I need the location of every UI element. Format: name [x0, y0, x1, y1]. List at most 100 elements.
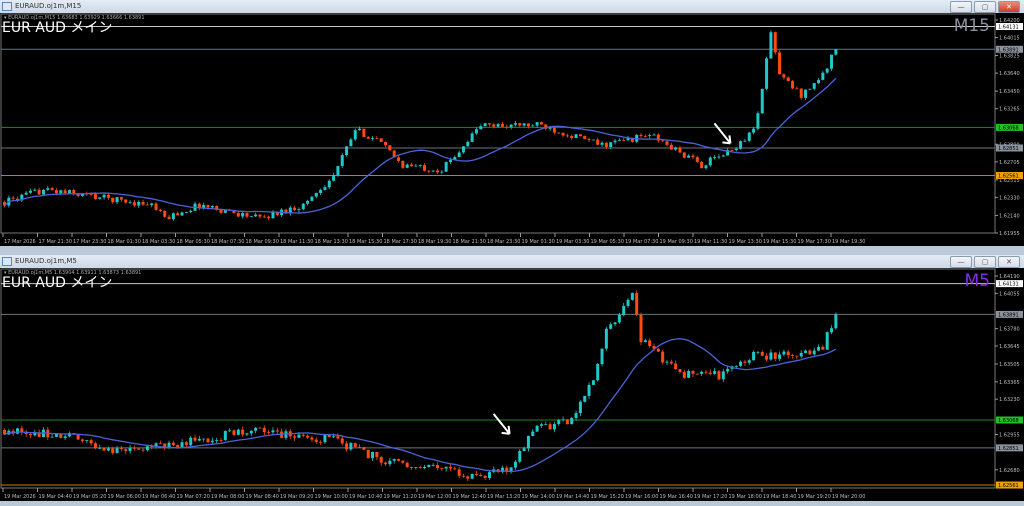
bearish-candle	[262, 216, 266, 218]
bearish-candle	[293, 436, 297, 438]
plot-border	[0, 268, 996, 489]
time-tick-label: 19 Mar 15:20	[591, 494, 624, 500]
m15-title-bar[interactable]: EURAUD.oj1m,M15 — ▢ ✕	[0, 0, 1024, 13]
bullish-candle	[817, 79, 821, 84]
time-tick-label: 19 Mar 01:30	[522, 239, 555, 245]
bearish-candle	[643, 135, 647, 137]
bullish-candle	[106, 448, 110, 451]
maximize-button[interactable]: ▢	[974, 256, 996, 268]
bearish-candle	[778, 52, 782, 75]
bearish-candle	[397, 459, 401, 461]
bearish-candle	[596, 139, 600, 145]
bullish-candle	[371, 138, 375, 139]
bullish-candle	[388, 460, 392, 465]
bullish-candle	[613, 140, 617, 143]
time-tick-label: 19 Mar 08:40	[246, 494, 279, 500]
bearish-candle	[111, 197, 115, 203]
bearish-candle	[111, 448, 115, 454]
bullish-candle	[834, 314, 838, 329]
bearish-candle	[500, 124, 504, 127]
bullish-candle	[600, 142, 604, 145]
bearish-candle	[37, 189, 41, 195]
bullish-candle	[448, 159, 452, 162]
close-button[interactable]: ✕	[998, 1, 1020, 13]
m15-candlestick-chart[interactable]: 1.642001.640151.638251.636401.634501.632…	[0, 13, 1024, 246]
bullish-candle	[479, 126, 483, 130]
bearish-candle	[669, 361, 673, 364]
bearish-candle	[539, 122, 543, 125]
price-tick-label: 1.63450	[999, 89, 1020, 95]
timeframe-label: M5	[964, 271, 990, 291]
bearish-candle	[691, 155, 695, 158]
bearish-candle	[743, 361, 747, 363]
time-tick-label: 19 Mar 13:30	[729, 239, 762, 245]
bullish-candle	[574, 413, 578, 418]
bullish-candle	[28, 190, 32, 193]
minimize-button[interactable]: —	[950, 256, 972, 268]
bullish-candle	[349, 139, 353, 147]
price-tick-label: 1.64190	[999, 274, 1020, 280]
bearish-candle	[578, 134, 582, 137]
bearish-candle	[206, 205, 210, 208]
bearish-candle	[102, 447, 106, 451]
bearish-candle	[119, 448, 123, 450]
bullish-candle	[470, 133, 474, 142]
bullish-candle	[223, 430, 227, 441]
bearish-candle	[557, 132, 561, 134]
bearish-candle	[765, 355, 769, 360]
maximize-button[interactable]: ▢	[974, 1, 996, 13]
bullish-candle	[609, 142, 613, 148]
bullish-candle	[254, 427, 258, 431]
bearish-candle	[492, 124, 496, 127]
bullish-candle	[687, 155, 691, 158]
bearish-candle	[375, 138, 379, 139]
bearish-candle	[293, 207, 297, 211]
time-tick-label: 18 Mar 17:30	[384, 239, 417, 245]
close-button[interactable]: ✕	[998, 256, 1020, 268]
bullish-candle	[535, 425, 539, 432]
bullish-candle	[306, 200, 310, 204]
bearish-candle	[440, 468, 444, 469]
price-tick-label: 1.63365	[999, 380, 1020, 386]
bullish-candle	[769, 352, 773, 360]
bullish-candle	[734, 365, 738, 367]
price-tick-label: 1.63505	[999, 362, 1020, 368]
time-tick-label: 19 Mar 19:20	[798, 494, 831, 500]
time-tick-label: 18 Mar 11:30	[280, 239, 313, 245]
price-tick-label: 1.62680	[999, 468, 1020, 474]
window-title: EURAUD.oj1m,M15	[15, 2, 82, 10]
bullish-candle	[483, 123, 487, 127]
bullish-candle	[513, 461, 517, 468]
bearish-candle	[773, 32, 777, 53]
m15-chart-window: EURAUD.oj1m,M15 — ▢ ✕ 1.64200 1.64015 1.6382…	[0, 0, 1024, 246]
bearish-candle	[72, 190, 76, 194]
time-tick-label: 19 Mar 2026	[4, 494, 36, 500]
time-tick-label: 19 Mar 08:00	[211, 494, 244, 500]
bullish-candle	[513, 123, 517, 125]
time-tick-label: 19 Mar 09:30	[660, 239, 693, 245]
bearish-candle	[401, 160, 405, 168]
bearish-candle	[379, 138, 383, 142]
bullish-candle	[652, 134, 656, 136]
bullish-candle	[626, 299, 630, 306]
time-tick-label: 19 Mar 10:00	[315, 494, 348, 500]
bearish-candle	[423, 165, 427, 171]
minimize-button[interactable]: —	[950, 1, 972, 13]
bearish-candle	[526, 123, 530, 127]
bullish-candle	[522, 448, 526, 452]
price-tick-label: 1.61955	[999, 231, 1020, 237]
bullish-candle	[423, 467, 427, 469]
time-tick-label: 19 Mar 09:20	[280, 494, 313, 500]
time-tick-label: 19 Mar 14:40	[556, 494, 589, 500]
bearish-candle	[314, 439, 318, 442]
m5-candlestick-chart[interactable]: 1.64190 1.64055 1.63780 1.63645 1.63505 1.633…	[0, 268, 1024, 501]
bullish-candle	[171, 213, 175, 220]
m5-title-bar[interactable]: EURAUD.oj1m,M5 — ▢ ✕	[0, 255, 1024, 268]
bearish-candle	[132, 202, 136, 206]
bearish-candle	[682, 371, 686, 378]
bearish-candle	[80, 439, 84, 441]
bullish-candle	[115, 448, 119, 454]
bullish-candle	[782, 351, 786, 355]
bullish-candle	[825, 332, 829, 350]
bearish-candle	[704, 371, 708, 373]
